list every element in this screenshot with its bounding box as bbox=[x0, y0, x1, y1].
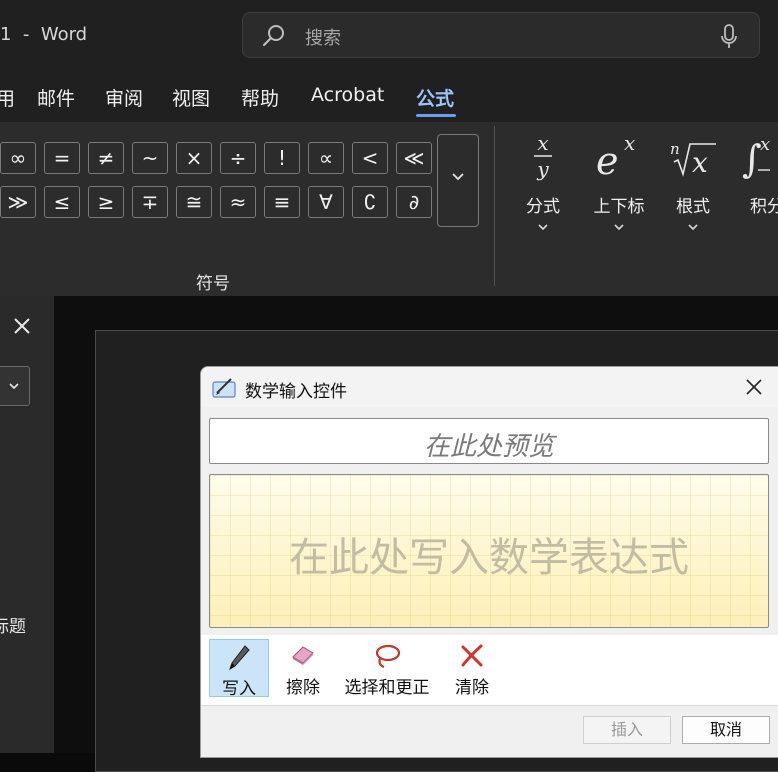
insert-button[interactable]: 插入 bbox=[583, 716, 671, 744]
menu-tab-acrobat[interactable]: Acrobat bbox=[311, 84, 384, 106]
radical-button[interactable]: n x 根式 bbox=[666, 130, 720, 240]
pane-heading-text: 标题 bbox=[0, 617, 26, 637]
menu-tab-mailings[interactable]: 邮件 bbox=[37, 84, 75, 111]
symbol-button[interactable]: ∞ bbox=[0, 142, 36, 174]
symbol-button[interactable]: ∁ bbox=[352, 186, 388, 218]
chevron-down-icon bbox=[452, 173, 464, 181]
svg-text:n: n bbox=[670, 140, 680, 158]
symbol-button[interactable]: ≥ bbox=[88, 186, 124, 218]
window-title: 1 - Word bbox=[0, 24, 88, 45]
integral-label: 积分 bbox=[750, 197, 778, 217]
symbol-button[interactable]: ! bbox=[264, 142, 300, 174]
select-correct-tool-label: 选择和更正 bbox=[344, 678, 430, 698]
symbol-button[interactable]: ≠ bbox=[88, 142, 124, 174]
svg-text:x: x bbox=[692, 146, 708, 179]
close-icon[interactable] bbox=[12, 316, 32, 336]
fraction-label: 分式 bbox=[526, 197, 560, 217]
menu-tab-partial[interactable]: 用 bbox=[0, 84, 15, 111]
ribbon: ∞ = ≠ ~ × ÷ ! ∝ < ≪ ≫ ≤ ≥ ∓ ≅ ≈ ≡ ∀ ∁ ∂ … bbox=[0, 122, 778, 296]
clear-tool-label: 清除 bbox=[455, 678, 489, 698]
eraser-icon bbox=[292, 646, 314, 665]
symbol-button[interactable]: ∂ bbox=[396, 186, 432, 218]
symbol-button[interactable]: ≤ bbox=[44, 186, 80, 218]
title-bar: 1 - Word 搜索 bbox=[0, 0, 778, 72]
erase-tool-label: 擦除 bbox=[286, 678, 320, 698]
symbol-button[interactable]: ≫ bbox=[0, 186, 36, 218]
chevron-down-icon bbox=[688, 224, 698, 231]
script-button[interactable]: e x 上下标 bbox=[586, 130, 652, 240]
symbol-button[interactable]: ≈ bbox=[220, 186, 256, 218]
math-input-dialog: 数学输入控件 在此处预览 在此处写入数学表达式 写入 擦除 选择和更正 清除 插… bbox=[200, 366, 778, 758]
script-icon: e x bbox=[596, 131, 635, 183]
active-tab-indicator bbox=[416, 114, 456, 117]
script-label: 上下标 bbox=[593, 197, 645, 217]
radical-label: 根式 bbox=[676, 197, 710, 217]
preview-placeholder: 在此处预览 bbox=[423, 432, 554, 462]
symbol-button[interactable]: ∀ bbox=[308, 186, 344, 218]
fraction-button[interactable]: x y 分式 bbox=[516, 130, 570, 240]
svg-text:y: y bbox=[536, 157, 549, 181]
symbol-button[interactable]: ≡ bbox=[264, 186, 300, 218]
search-input[interactable]: 搜索 bbox=[305, 24, 341, 50]
symbol-button[interactable]: ÷ bbox=[220, 142, 256, 174]
search-icon bbox=[262, 25, 284, 47]
cancel-button[interactable]: 取消 bbox=[682, 716, 770, 744]
writing-pad-placeholder: 在此处写入数学表达式 bbox=[289, 535, 689, 581]
chevron-down-icon bbox=[614, 224, 624, 231]
menu-tab-view[interactable]: 视图 bbox=[172, 84, 210, 111]
search-box[interactable]: 搜索 bbox=[242, 12, 760, 58]
write-tool-button[interactable]: 写入 bbox=[209, 639, 269, 699]
fraction-icon: x y bbox=[534, 131, 552, 181]
menu-tab-equation[interactable]: 公式 bbox=[416, 84, 454, 111]
pane-dropdown[interactable] bbox=[0, 366, 30, 406]
pen-icon bbox=[229, 645, 250, 671]
clear-tool-button[interactable]: 清除 bbox=[445, 639, 499, 698]
symbol-button[interactable]: ∓ bbox=[132, 186, 168, 218]
math-input-app-icon bbox=[212, 378, 236, 398]
writing-pad[interactable]: 在此处写入数学表达式 bbox=[209, 474, 769, 628]
write-tool-label: 写入 bbox=[222, 679, 256, 699]
symbol-button[interactable]: = bbox=[44, 142, 80, 174]
preview-area: 在此处预览 bbox=[209, 418, 769, 464]
symbol-button[interactable]: ≪ bbox=[396, 142, 432, 174]
svg-text:∫: ∫ bbox=[742, 137, 762, 181]
ribbon-separator bbox=[494, 126, 495, 286]
integral-icon: ∫ x bbox=[742, 134, 770, 181]
menu-tab-help[interactable]: 帮助 bbox=[241, 84, 279, 111]
symbol-button[interactable]: × bbox=[176, 142, 212, 174]
svg-text:e: e bbox=[596, 139, 619, 182]
clear-icon bbox=[461, 644, 483, 667]
dialog-title: 数学输入控件 bbox=[245, 382, 347, 402]
dialog-title-bar: 数学输入控件 bbox=[201, 367, 778, 407]
microphone-icon[interactable] bbox=[719, 23, 739, 51]
erase-tool-button[interactable]: 擦除 bbox=[275, 639, 331, 698]
symbol-button[interactable]: < bbox=[352, 142, 388, 174]
symbol-gallery-more-button[interactable] bbox=[437, 134, 479, 227]
svg-text:x: x bbox=[760, 134, 770, 155]
close-icon[interactable] bbox=[746, 379, 762, 395]
menu-tab-review[interactable]: 审阅 bbox=[105, 84, 143, 111]
chevron-down-icon bbox=[538, 224, 548, 231]
dialog-footer: 插入 取消 bbox=[201, 705, 778, 757]
chevron-down-icon bbox=[9, 383, 19, 390]
svg-text:x: x bbox=[537, 131, 548, 155]
menu-bar: 用 邮件 审阅 视图 帮助 Acrobat 公式 bbox=[0, 72, 778, 122]
symbol-button[interactable]: ∝ bbox=[308, 142, 344, 174]
dialog-toolbar: 写入 擦除 选择和更正 清除 bbox=[201, 635, 778, 705]
integral-button[interactable]: ∫ x 积分 bbox=[740, 130, 778, 240]
navigation-pane: 标题 bbox=[0, 296, 54, 753]
symbol-button[interactable]: ≅ bbox=[176, 186, 212, 218]
symbol-button[interactable]: ~ bbox=[132, 142, 168, 174]
select-correct-tool-button[interactable]: 选择和更正 bbox=[337, 639, 437, 698]
radical-icon: n x bbox=[670, 140, 716, 179]
svg-text:x: x bbox=[624, 131, 635, 155]
ribbon-group-label: 符号 bbox=[196, 274, 230, 294]
lasso-icon bbox=[375, 644, 401, 669]
